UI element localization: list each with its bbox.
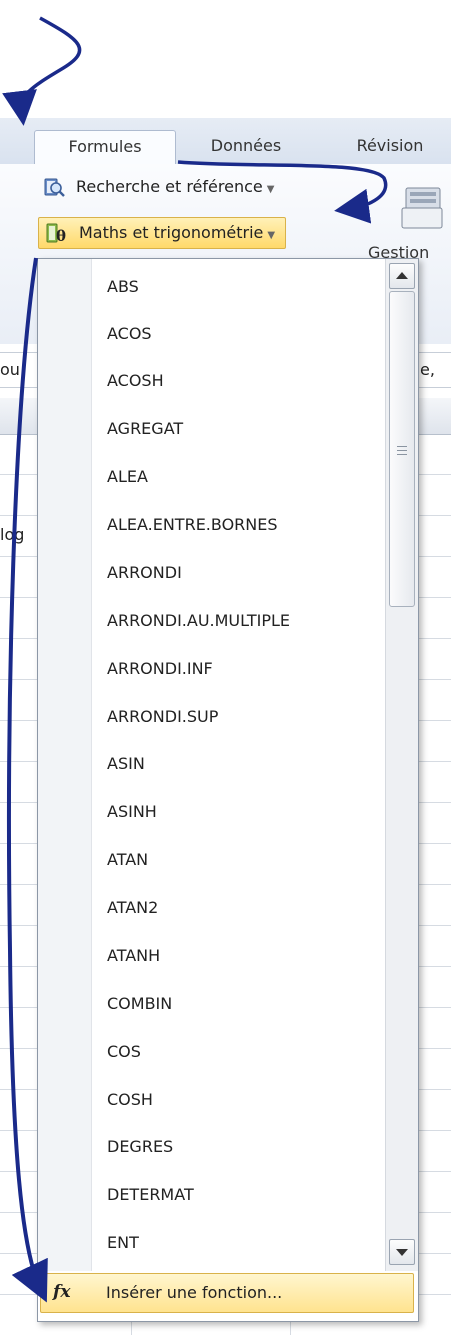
function-item-combin[interactable]: COMBIN xyxy=(91,980,383,1027)
arrow-up-icon xyxy=(396,272,408,279)
scroll-thumb[interactable] xyxy=(389,291,415,607)
dropdown-scrollbar[interactable] xyxy=(385,259,418,1271)
function-item-abs[interactable]: ABS xyxy=(91,263,383,310)
scroll-up-button[interactable] xyxy=(389,263,415,289)
insert-function-item[interactable]: fx Insérer une fonction... xyxy=(40,1273,414,1313)
arrow-down-icon xyxy=(396,1249,408,1256)
function-item-alea[interactable]: ALEA xyxy=(91,453,383,500)
function-item-asin[interactable]: ASIN xyxy=(91,740,383,787)
cell-edge-text: ou xyxy=(0,360,20,379)
grip-icon xyxy=(397,446,407,447)
function-item-acosh[interactable]: ACOSH xyxy=(91,357,383,404)
cell-edge-text: e, xyxy=(420,360,435,379)
function-item-acos[interactable]: ACOS xyxy=(91,310,383,357)
grip-icon xyxy=(397,450,407,451)
book-theta-icon: θ xyxy=(45,221,69,245)
math-trig-button[interactable]: θ Maths et trigonométrie ▼ xyxy=(38,217,287,249)
fx-icon: fx xyxy=(53,1282,71,1302)
function-item-asinh[interactable]: ASINH xyxy=(91,788,383,835)
function-item-alea-entre-bornes[interactable]: ALEA.ENTRE.BORNES xyxy=(91,501,383,548)
function-item-arrondi-sup[interactable]: ARRONDI.SUP xyxy=(91,693,383,740)
name-manager-icon[interactable] xyxy=(398,182,451,242)
function-item-determat[interactable]: DETERMAT xyxy=(91,1171,383,1218)
insert-function-label: Insérer une fonction... xyxy=(106,1283,283,1302)
function-item-degres[interactable]: DEGRES xyxy=(91,1123,383,1170)
function-list: ABS ACOS ACOSH AGREGAT ALEA ALEA.ENTRE.B… xyxy=(38,259,384,1271)
function-item-arrondi[interactable]: ARRONDI xyxy=(91,549,383,596)
tab-revision[interactable]: Révision xyxy=(330,130,450,164)
book-magnifier-icon xyxy=(42,175,66,199)
chevron-down-icon: ▼ xyxy=(266,184,275,195)
function-item-ent[interactable]: ENT xyxy=(91,1219,383,1266)
function-item-arrondi-inf[interactable]: ARRONDI.INF xyxy=(91,645,383,692)
grip-icon xyxy=(397,454,407,455)
scroll-down-button[interactable] xyxy=(389,1239,415,1265)
function-item-agregat[interactable]: AGREGAT xyxy=(91,405,383,452)
arrow-to-formulas-tab-icon xyxy=(2,16,82,126)
function-item-atan[interactable]: ATAN xyxy=(91,836,383,883)
function-item-atanh[interactable]: ATANH xyxy=(91,932,383,979)
lookup-reference-label: Recherche et référence xyxy=(76,177,263,196)
ribbon-tab-strip: Formules Données Révision xyxy=(0,118,451,166)
tab-donnees[interactable]: Données xyxy=(186,130,306,164)
chevron-down-icon: ▼ xyxy=(267,230,276,241)
math-trig-dropdown: ABS ACOS ACOSH AGREGAT ALEA ALEA.ENTRE.B… xyxy=(37,258,419,1322)
function-item-arrondi-au-multiple[interactable]: ARRONDI.AU.MULTIPLE xyxy=(91,597,383,644)
function-item-atan2[interactable]: ATAN2 xyxy=(91,884,383,931)
tab-formules[interactable]: Formules xyxy=(34,130,176,166)
math-trig-label: Maths et trigonométrie xyxy=(79,223,264,242)
cell-edge-text: log xyxy=(0,525,25,544)
svg-text:θ: θ xyxy=(56,227,66,245)
function-item-cos[interactable]: COS xyxy=(91,1028,383,1075)
function-item-cosh[interactable]: COSH xyxy=(91,1076,383,1123)
lookup-reference-button[interactable]: Recherche et référence ▼ xyxy=(36,172,284,202)
